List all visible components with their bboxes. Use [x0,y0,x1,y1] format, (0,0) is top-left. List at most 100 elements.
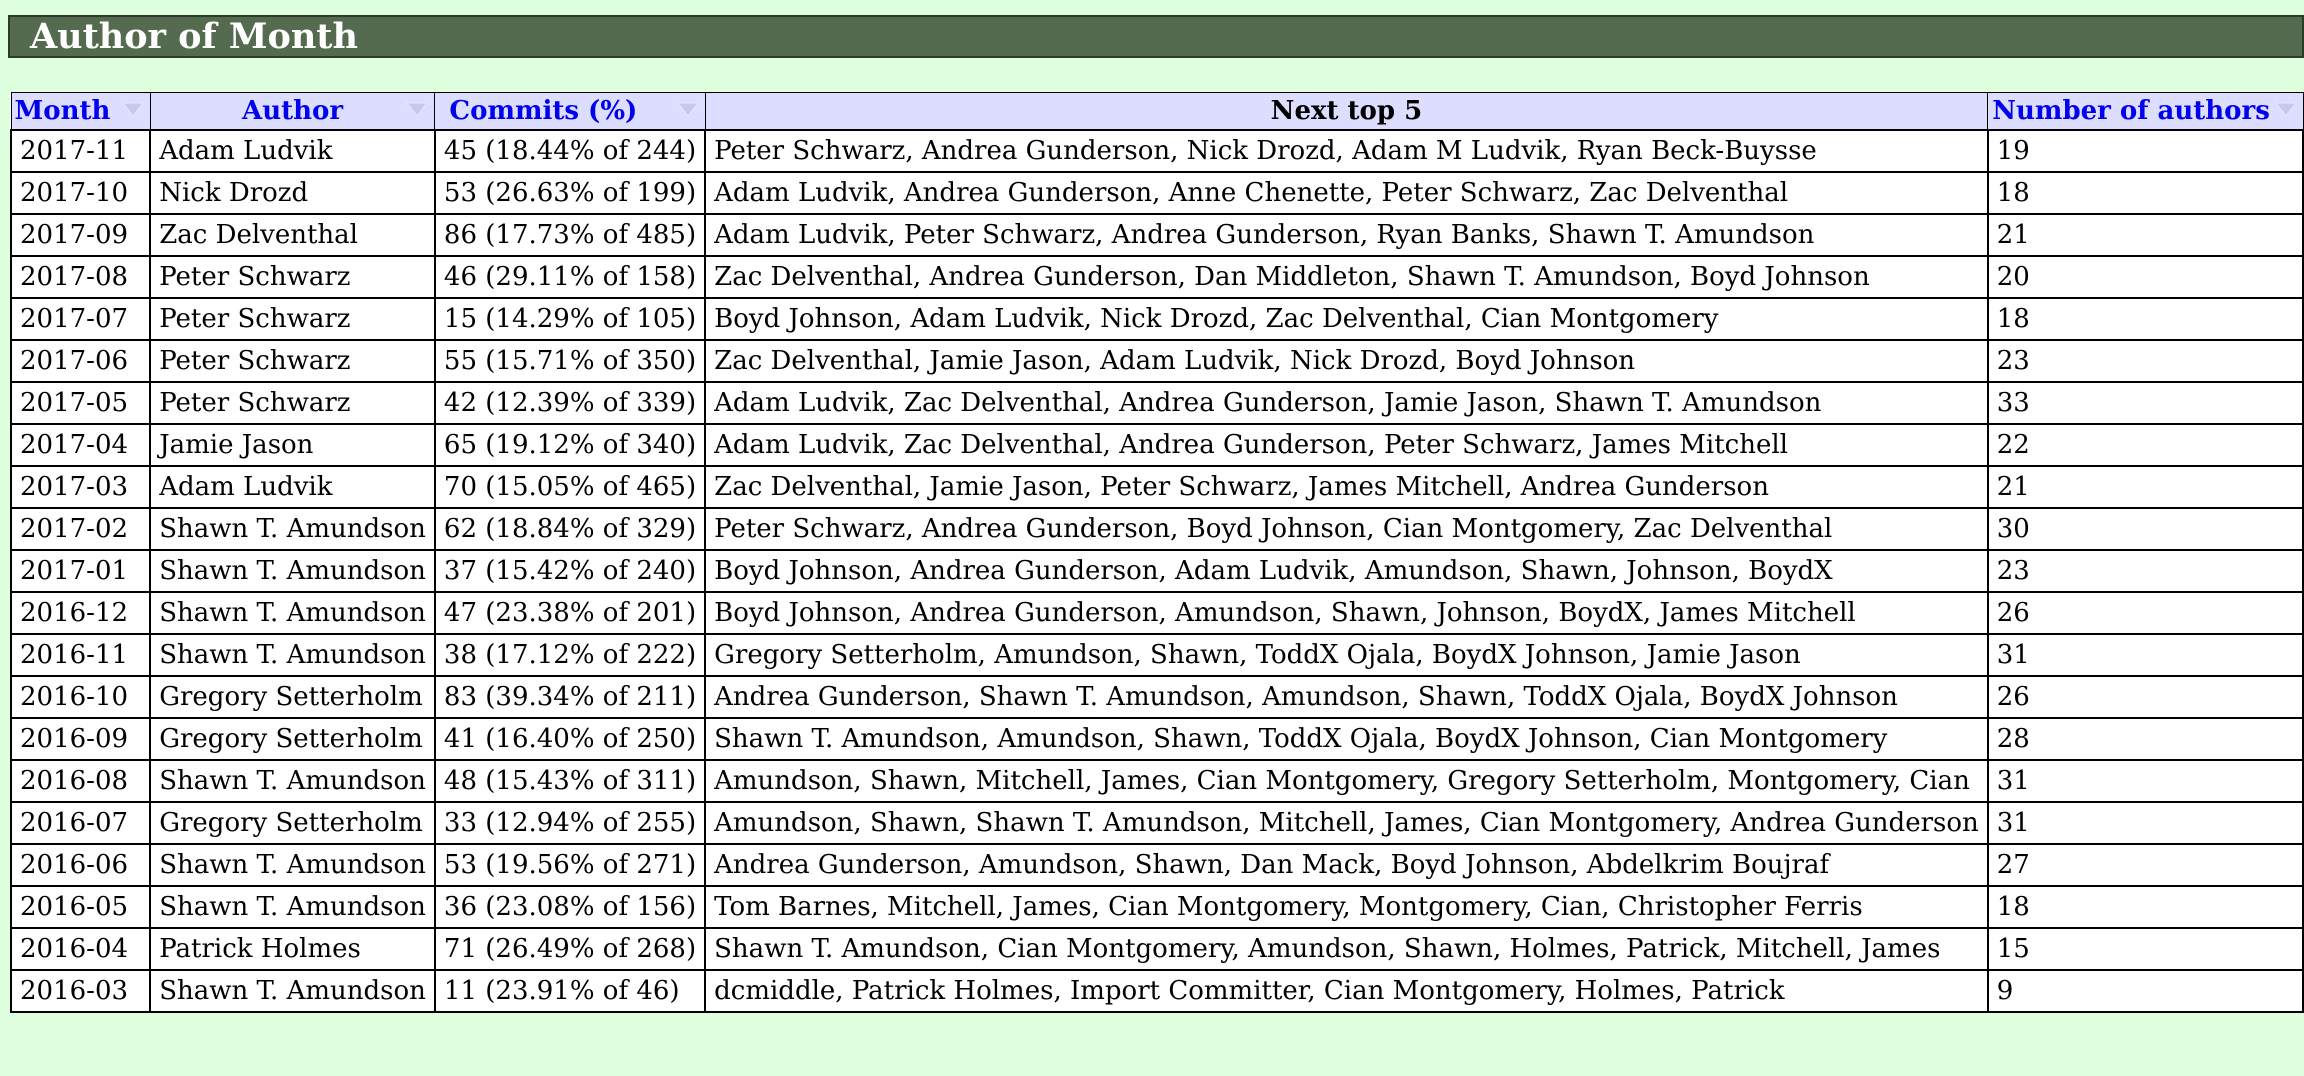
table-row: 2016-05 Shawn T. Amundson 36 (23.08% of 15… [9,885,2304,929]
cell-commits: 53 (26.63% of 199) [433,171,707,215]
cell-next-top: Boyd Johnson, Andrea Gunderson, Amundson… [704,591,1989,635]
cell-next-top: Gregory Setterholm, Amundson, Shawn, Tod… [704,633,1989,677]
cell-commits: 71 (26.49% of 268) [433,927,707,971]
sort-arrow-icon[interactable] [2273,99,2299,121]
column-header-month[interactable]: Month [10,92,151,131]
cell-author: Gregory Setterholm [149,801,436,845]
cell-next-top: Zac Delventhal, Jamie Jason, Adam Ludvik… [704,339,1989,383]
cell-author: Patrick Holmes [149,927,436,971]
cell-commits: 86 (17.73% of 485) [433,213,707,257]
cell-month: 2016-10 [9,675,152,719]
cell-commits: 37 (15.42% of 240) [433,549,707,593]
table-row: 2017-04 Jamie Jason 65 (19.12% of 340) Adam… [9,423,2304,467]
cell-month: 2017-09 [9,213,152,257]
column-header-author[interactable]: Author [149,92,436,131]
table-row: 2017-03 Adam Ludvik 70 (15.05% of 465) Zac … [9,465,2304,509]
cell-month: 2017-02 [9,507,152,551]
cell-next-top: Adam Ludvik, Peter Schwarz, Andrea Gunde… [704,213,1989,257]
cell-number-of-authors: 15 [1986,927,2304,971]
cell-commits: 42 (12.39% of 339) [433,381,707,425]
cell-author: Peter Schwarz [149,297,436,341]
cell-next-top: Adam Ludvik, Zac Delventhal, Andrea Gund… [704,381,1989,425]
cell-next-top: Peter Schwarz, Andrea Gunderson, Nick Dr… [704,129,1989,173]
cell-next-top: Amundson, Shawn, Mitchell, James, Cian M… [704,759,1989,803]
cell-commits: 65 (19.12% of 340) [433,423,707,467]
cell-next-top: Adam Ludvik, Andrea Gunderson, Anne Chen… [704,171,1989,215]
cell-month: 2016-04 [9,927,152,971]
cell-number-of-authors: 18 [1986,171,2304,215]
table-row: 2017-06 Peter Schwarz 55 (15.71% of 350) Za… [9,339,2304,383]
cell-author: Shawn T. Amundson [149,759,436,803]
cell-author: Shawn T. Amundson [149,843,436,887]
cell-next-top: Adam Ludvik, Zac Delventhal, Andrea Gund… [704,423,1989,467]
cell-month: 2016-06 [9,843,152,887]
cell-author: Peter Schwarz [149,381,436,425]
cell-number-of-authors: 22 [1986,423,2304,467]
cell-number-of-authors: 20 [1986,255,2304,299]
cell-month: 2016-11 [9,633,152,677]
cell-commits: 83 (39.34% of 211) [433,675,707,719]
table-row: 2017-08 Peter Schwarz 46 (29.11% of 158) Za… [9,255,2304,299]
cell-next-top: Andrea Gunderson, Shawn T. Amundson, Amu… [704,675,1989,719]
cell-month: 2017-11 [9,129,152,173]
cell-number-of-authors: 21 [1986,213,2304,257]
page-title: Author of Month [30,16,358,57]
table-row: 2016-08 Shawn T. Amundson 48 (15.43% of 31… [9,759,2304,803]
cell-next-top: dcmiddle, Patrick Holmes, Import Committ… [704,969,1989,1013]
table-row: 2017-07 Peter Schwarz 15 (14.29% of 105) Bo… [9,297,2304,341]
cell-commits: 47 (23.38% of 201) [433,591,707,635]
table-row: 2017-01 Shawn T. Amundson 37 (15.42% of 24… [9,549,2304,593]
cell-number-of-authors: 28 [1986,717,2304,761]
cell-commits: 48 (15.43% of 311) [433,759,707,803]
cell-author: Jamie Jason [149,423,436,467]
table-row: 2016-07 Gregory Setterholm 33 (12.94% of 2… [9,801,2304,845]
cell-number-of-authors: 19 [1986,129,2304,173]
table-row: 2016-11 Shawn T. Amundson 38 (17.12% of 22… [9,633,2304,677]
cell-next-top: Zac Delventhal, Jamie Jason, Peter Schwa… [704,465,1989,509]
cell-author: Peter Schwarz [149,255,436,299]
cell-number-of-authors: 30 [1986,507,2304,551]
column-header-next-top: Next top 5 [704,92,1989,131]
cell-number-of-authors: 23 [1986,339,2304,383]
column-header-number-of-authors-label: Number of authors [1992,96,2270,126]
cell-month: 2016-05 [9,885,152,929]
column-header-month-label: Month [14,96,111,126]
cell-commits: 15 (14.29% of 105) [433,297,707,341]
cell-month: 2017-03 [9,465,152,509]
column-header-number-of-authors[interactable]: Number of authors [1987,92,2304,131]
table-row: 2017-10 Nick Drozd 53 (26.63% of 199) Adam … [9,171,2304,215]
cell-author: Shawn T. Amundson [149,507,436,551]
cell-month: 2016-09 [9,717,152,761]
cell-commits: 38 (17.12% of 222) [433,633,707,677]
cell-next-top: Shawn T. Amundson, Amundson, Shawn, Todd… [704,717,1989,761]
cell-commits: 70 (15.05% of 465) [433,465,707,509]
cell-commits: 41 (16.40% of 250) [433,717,707,761]
cell-number-of-authors: 26 [1986,675,2304,719]
cell-month: 2017-08 [9,255,152,299]
cell-next-top: Boyd Johnson, Adam Ludvik, Nick Drozd, Z… [704,297,1989,341]
table-row: 2017-02 Shawn T. Amundson 62 (18.84% of 32… [9,507,2304,551]
cell-commits: 36 (23.08% of 156) [433,885,707,929]
cell-commits: 53 (19.56% of 271) [433,843,707,887]
cell-number-of-authors: 31 [1986,801,2304,845]
cell-commits: 11 (23.91% of 46) [433,969,707,1013]
sort-arrow-icon[interactable] [404,99,430,121]
cell-commits: 46 (29.11% of 158) [433,255,707,299]
cell-number-of-authors: 31 [1986,759,2304,803]
cell-number-of-authors: 23 [1986,549,2304,593]
column-header-commits[interactable]: Commits (%) [434,92,706,131]
cell-number-of-authors: 26 [1986,591,2304,635]
cell-next-top: Peter Schwarz, Andrea Gunderson, Boyd Jo… [704,507,1989,551]
sort-arrow-icon[interactable] [120,99,146,121]
table-row: 2017-11 Adam Ludvik 45 (18.44% of 244) Pete… [9,129,2304,173]
cell-month: 2017-01 [9,549,152,593]
table-row: 2016-06 Shawn T. Amundson 53 (19.56% of 27… [9,843,2304,887]
cell-number-of-authors: 9 [1986,969,2304,1013]
sort-arrow-icon[interactable] [675,99,701,121]
table-row: 2017-05 Peter Schwarz 42 (12.39% of 339) Ad… [9,381,2304,425]
cell-commits: 62 (18.84% of 329) [433,507,707,551]
cell-author: Shawn T. Amundson [149,885,436,929]
cell-number-of-authors: 33 [1986,381,2304,425]
cell-author: Shawn T. Amundson [149,969,436,1013]
cell-month: 2017-05 [9,381,152,425]
